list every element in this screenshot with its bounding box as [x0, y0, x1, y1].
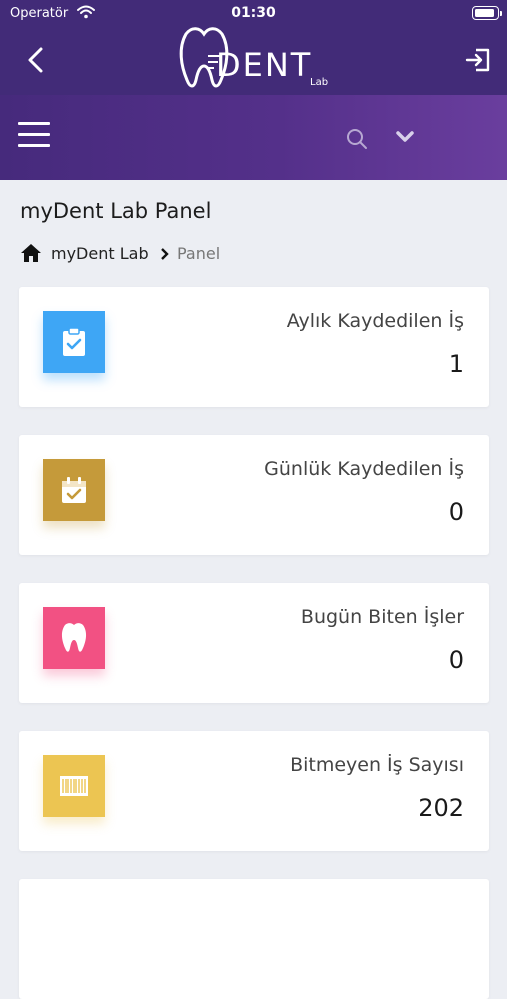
breadcrumb-current: Panel: [177, 244, 221, 263]
app-header: Operatör 01:30 DENT Lab: [0, 0, 507, 95]
chevron-down-icon[interactable]: [394, 127, 416, 147]
home-icon: [21, 244, 41, 262]
search-icon[interactable]: [345, 127, 369, 151]
stat-value: 0: [448, 498, 464, 526]
stat-label: Aylık Kaydedilen İş: [286, 310, 464, 332]
breadcrumb-home-link[interactable]: myDent Lab: [51, 244, 149, 263]
stat-card-partial[interactable]: [19, 879, 489, 999]
stat-value: 0: [448, 646, 464, 674]
menu-button[interactable]: [18, 122, 50, 148]
stat-card-monthly[interactable]: Aylık Kaydedilen İş 1: [19, 287, 489, 407]
status-time: 01:30: [231, 5, 276, 21]
barcode-icon: [43, 755, 105, 817]
clipboard-check-icon: [43, 311, 105, 373]
back-button[interactable]: [22, 44, 50, 76]
tooth-icon: [43, 607, 105, 669]
stat-label: Bugün Biten İşler: [300, 606, 464, 628]
stat-card-unfinished[interactable]: Bitmeyen İş Sayısı 202: [19, 731, 489, 851]
toolbar: [0, 95, 507, 180]
page-title: myDent Lab Panel: [20, 199, 212, 223]
logout-button[interactable]: [463, 44, 493, 76]
calendar-check-icon: [43, 459, 105, 521]
logo-subtext: Lab: [310, 77, 329, 88]
stat-card-finished-today[interactable]: Bugün Biten İşler 0: [19, 583, 489, 703]
stat-card-daily[interactable]: Günlük Kaydedilen İş 0: [19, 435, 489, 555]
stat-label: Bitmeyen İş Sayısı: [290, 754, 464, 776]
logo-text: DENT: [216, 46, 313, 84]
status-bar: Operatör 01:30: [0, 0, 507, 28]
app-logo: DENT Lab: [178, 26, 336, 92]
stat-value: 1: [448, 350, 464, 378]
stat-value: 202: [418, 794, 464, 822]
battery-icon: [472, 6, 502, 20]
stat-label: Günlük Kaydedilen İş: [264, 458, 464, 480]
chevron-right-icon: [161, 248, 169, 260]
